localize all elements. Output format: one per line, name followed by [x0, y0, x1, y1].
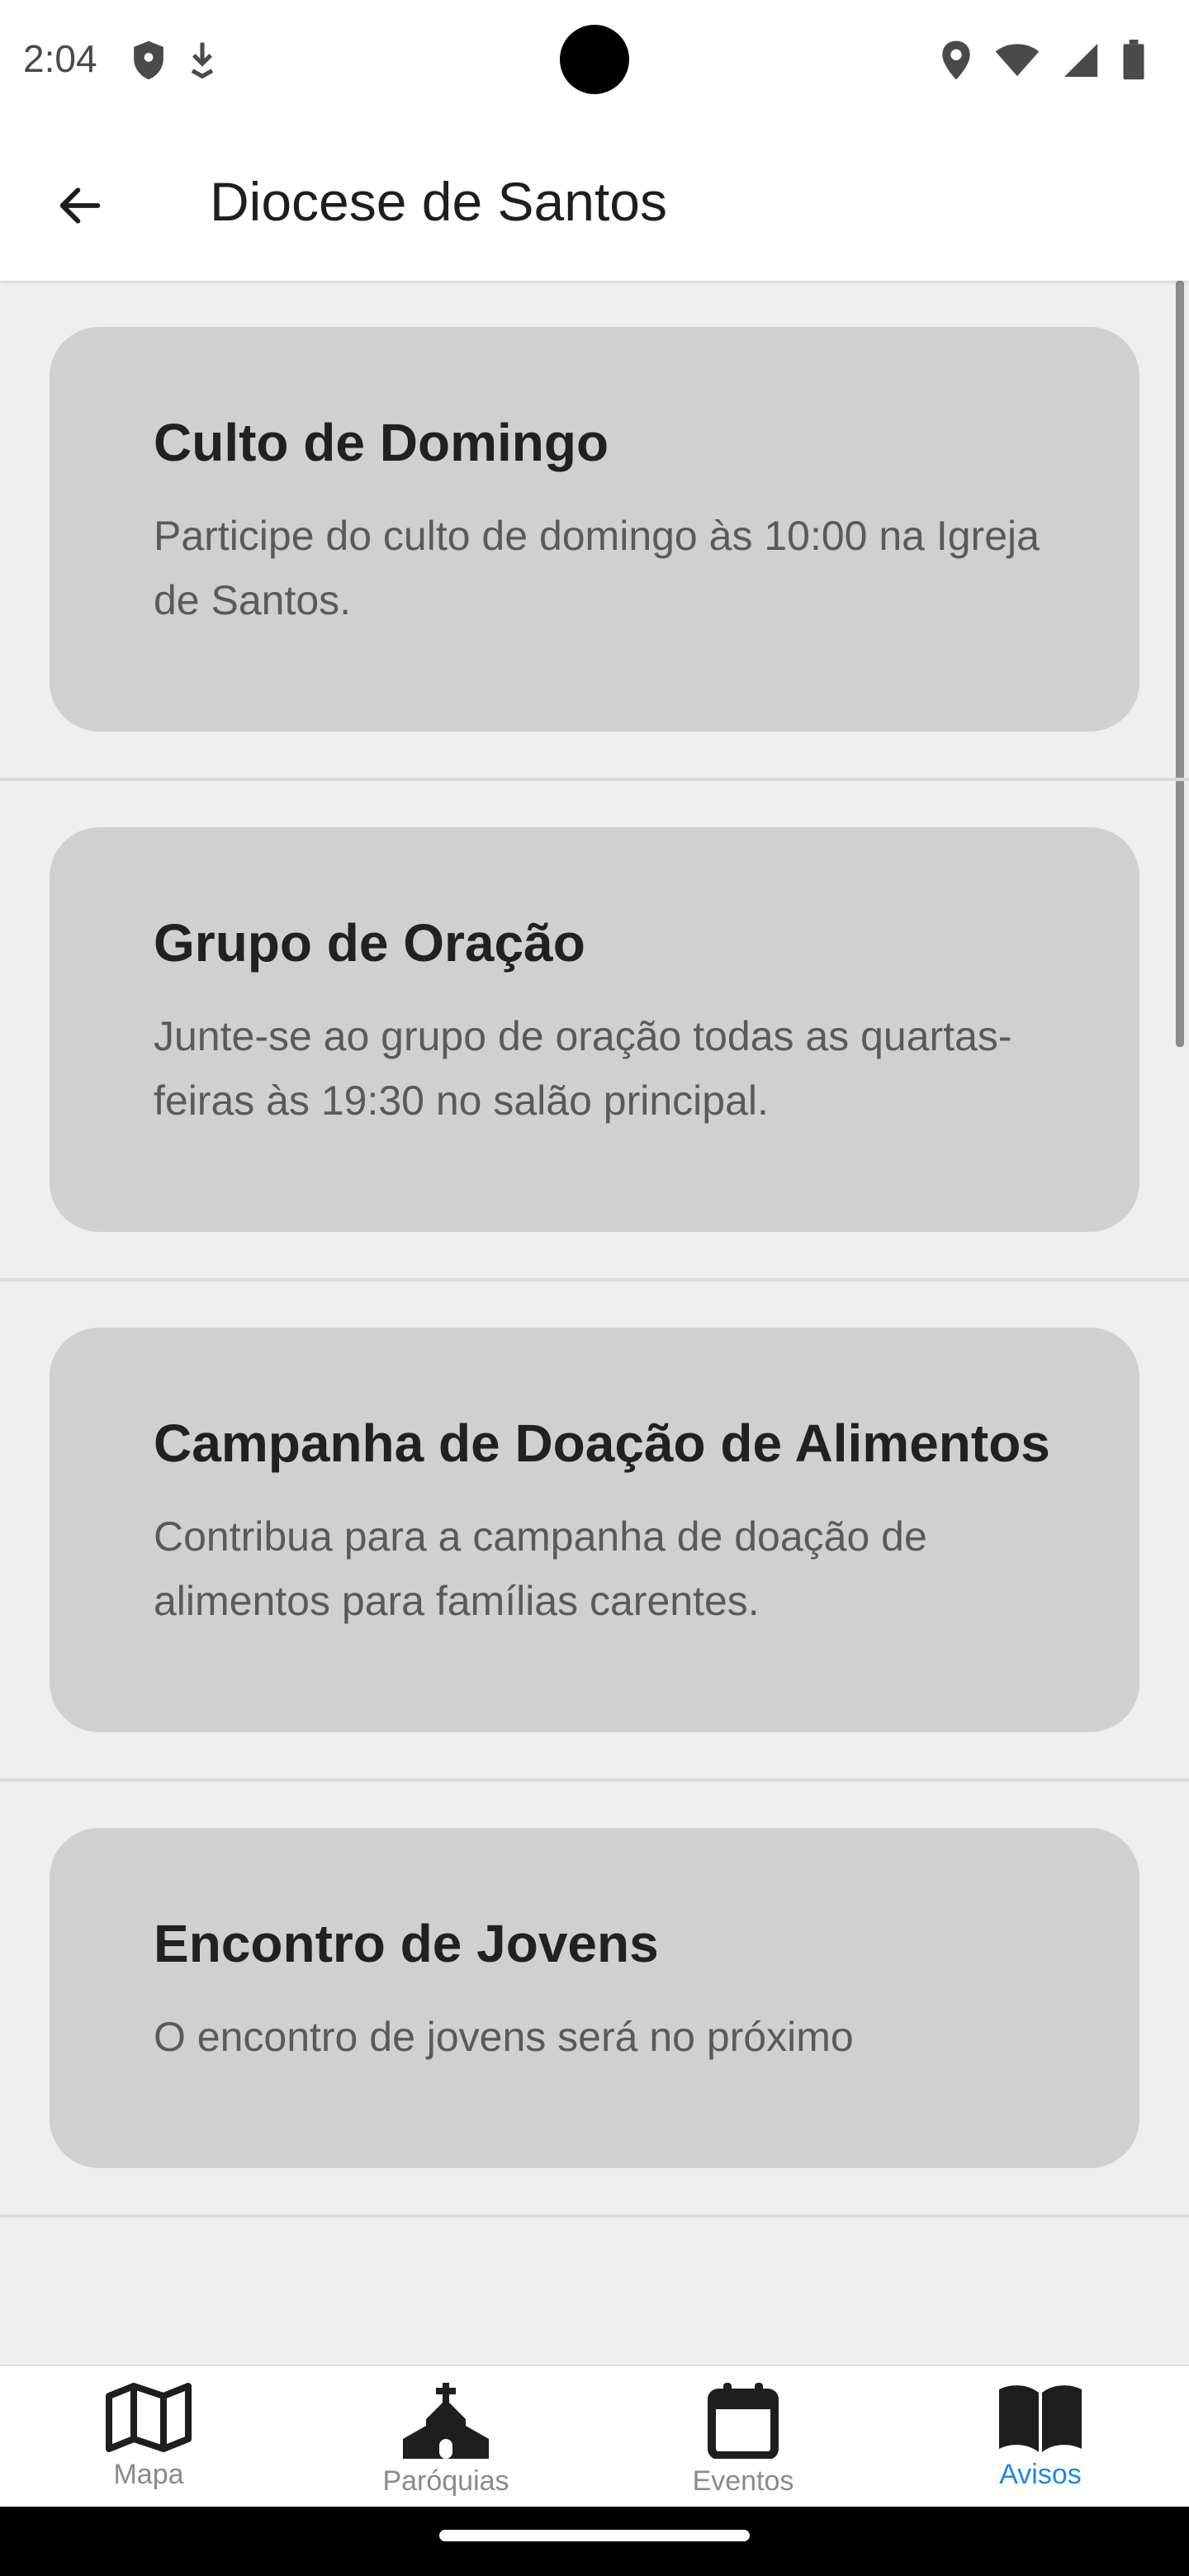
location-icon [942, 40, 970, 80]
map-icon [106, 2383, 192, 2452]
notice-title: Culto de Domingo [154, 413, 609, 472]
home-indicator[interactable] [439, 2530, 750, 2541]
status-time: 2:04 [23, 37, 97, 80]
notice-title: Encontro de Jovens [154, 1914, 659, 1973]
nav-label: Avisos [999, 2459, 1082, 2490]
page-title: Diocese de Santos [210, 171, 668, 232]
notices-list[interactable]: Culto de Domingo Participe do culto de d… [0, 281, 1189, 2365]
gesture-bar [0, 2505, 1189, 2576]
notice-description: O encontro de jovens será no próximo [154, 2014, 854, 2060]
download-icon [191, 42, 214, 79]
notice-title: Campanha de Doação de Alimentos [154, 1413, 1050, 1473]
app-bar: Diocese de Santos [0, 124, 1189, 281]
notice-title: Grupo de Oração [154, 913, 585, 973]
notice-description: Junte-se ao grupo de oração todas as qua… [154, 1013, 1012, 1124]
status-bar: 2:04 [0, 0, 1189, 124]
arrow-back-icon [59, 187, 101, 224]
signal-icon [1063, 43, 1098, 78]
list-item[interactable]: Campanha de Doação de Alimentos Contribu… [0, 1281, 1189, 1782]
camera-cutout [560, 25, 629, 94]
nav-label: Paróquias [382, 2465, 509, 2497]
list-item[interactable]: Encontro de Jovens O encontro de jovens … [0, 1782, 1189, 2218]
notice-description: Contribua para a campanha de doação de a… [154, 1513, 927, 1624]
nav-item-avisos[interactable]: Avisos [892, 2366, 1189, 2507]
church-icon [403, 2383, 489, 2459]
nav-item-mapa[interactable]: Mapa [0, 2366, 297, 2507]
notice-card[interactable]: Encontro de Jovens O encontro de jovens … [50, 1828, 1139, 2168]
nav-item-eventos[interactable]: Eventos [594, 2366, 892, 2507]
calendar-icon [708, 2383, 779, 2459]
book-icon [999, 2385, 1082, 2452]
notice-card[interactable]: Culto de Domingo Participe do culto de d… [50, 327, 1139, 732]
shield-icon [134, 40, 163, 80]
notice-card[interactable]: Campanha de Doação de Alimentos Contribu… [50, 1328, 1139, 1732]
bottom-navigation: Mapa Paróquias Eventos Avisos [0, 2365, 1189, 2507]
back-button[interactable] [43, 168, 117, 243]
nav-item-paroquias[interactable]: Paróquias [297, 2366, 594, 2507]
nav-label: Mapa [113, 2459, 184, 2490]
list-item[interactable]: Culto de Domingo Participe do culto de d… [0, 281, 1189, 781]
battery-icon [1123, 40, 1144, 80]
nav-label: Eventos [692, 2465, 794, 2497]
list-item[interactable]: Grupo de Oração Junte-se ao grupo de ora… [0, 781, 1189, 1281]
notice-card[interactable]: Grupo de Oração Junte-se ao grupo de ora… [50, 827, 1139, 1232]
wifi-icon [995, 44, 1040, 77]
notice-description: Participe do culto de domingo às 10:00 n… [154, 513, 1040, 623]
